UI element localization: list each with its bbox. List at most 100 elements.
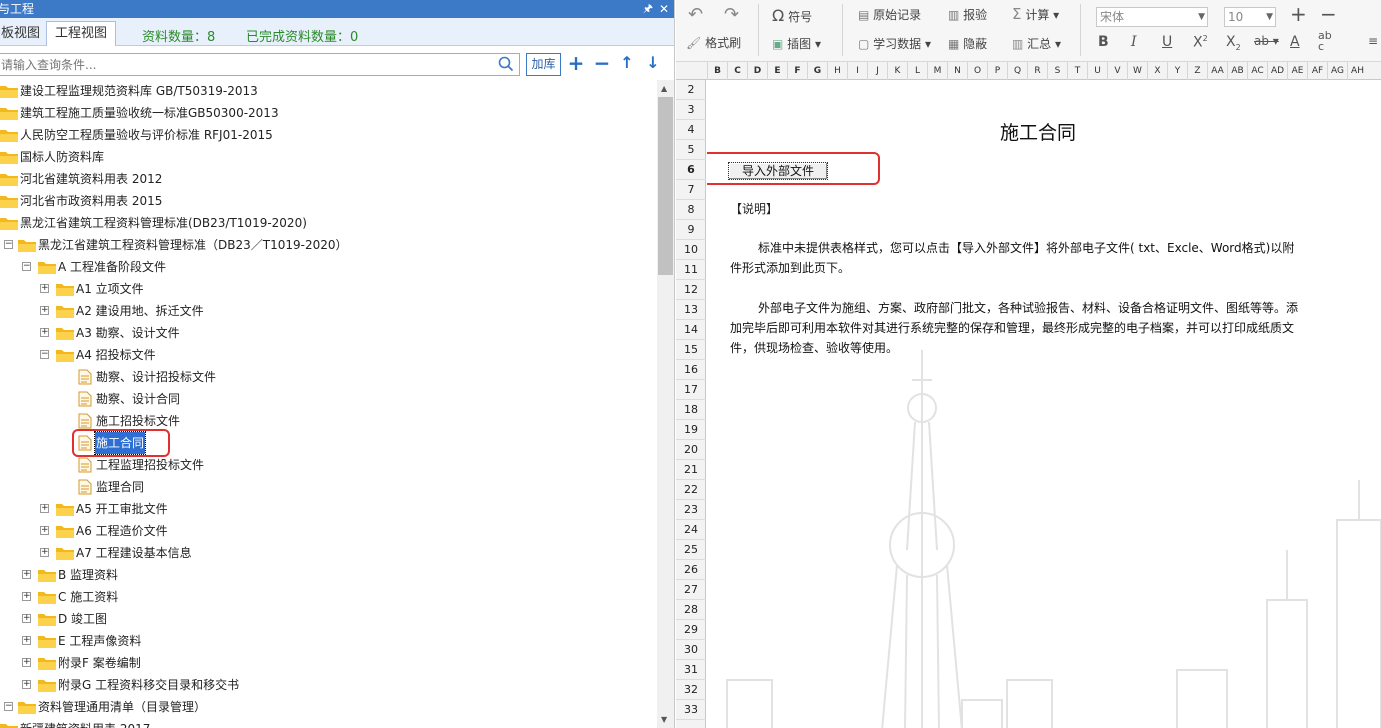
italic-icon[interactable]: I — [1131, 34, 1137, 50]
column-header-cell[interactable]: S — [1047, 62, 1067, 80]
row-header-cell[interactable]: 30 — [676, 640, 706, 660]
expand-icon[interactable]: + — [22, 680, 31, 689]
tree-item[interactable]: A1 立项文件 — [75, 278, 145, 300]
expand-icon[interactable]: + — [40, 306, 49, 315]
collapse-icon[interactable]: − — [40, 350, 49, 359]
column-header-cell[interactable]: L — [907, 62, 927, 80]
move-down-icon[interactable]: ↓ — [643, 54, 663, 74]
column-header-cell[interactable]: T — [1067, 62, 1087, 80]
column-header-cell[interactable]: AB — [1227, 62, 1247, 80]
row-header-cell[interactable]: 29 — [676, 620, 706, 640]
expand-icon[interactable]: + — [22, 592, 31, 601]
expand-icon[interactable]: + — [40, 504, 49, 513]
collapse-icon[interactable]: − — [4, 702, 13, 711]
row-header-cell[interactable]: 26 — [676, 560, 706, 580]
superscript-icon[interactable]: X2 — [1193, 34, 1208, 51]
insert-image-button[interactable]: ▣ 插图 ▾ — [772, 35, 821, 52]
collapse-icon[interactable]: − — [22, 262, 31, 271]
symbol-button[interactable]: Ω 符号 — [772, 6, 812, 25]
tree-item[interactable]: 附录F 案卷编制 — [57, 652, 142, 674]
column-header-cell[interactable]: N — [947, 62, 967, 80]
calc-button[interactable]: Σ 计算 ▾ — [1012, 5, 1059, 23]
row-header-cell[interactable]: 9 — [676, 220, 706, 240]
column-header-cell[interactable]: AH — [1347, 62, 1367, 80]
font-color-icon[interactable]: A — [1290, 34, 1300, 50]
row-header-cell[interactable]: 15 — [676, 340, 706, 360]
row-header-cell[interactable]: 21 — [676, 460, 706, 480]
row-header-cell[interactable]: 2 — [676, 80, 706, 100]
row-header-cell[interactable]: 20 — [676, 440, 706, 460]
row-header-cell[interactable]: 7 — [676, 180, 706, 200]
format-brush-button[interactable]: 🖌 格式刷 — [686, 34, 741, 51]
row-header-cell[interactable]: 17 — [676, 380, 706, 400]
undo-icon[interactable]: ↶ — [688, 4, 703, 25]
report-button[interactable]: ▥ 报验 — [948, 6, 987, 23]
expand-icon[interactable]: + — [22, 570, 31, 579]
tree-item[interactable]: C 施工资料 — [57, 586, 119, 608]
tree-item[interactable]: 附录G 工程资料移交目录和移交书 — [57, 674, 240, 696]
expand-icon[interactable]: + — [40, 328, 49, 337]
row-header-cell[interactable]: 13 — [676, 300, 706, 320]
font-size-select[interactable]: 10 ▼ — [1224, 7, 1276, 27]
increase-font-icon[interactable]: + — [1290, 2, 1307, 26]
underline-icon[interactable]: U — [1162, 34, 1172, 50]
tree-scrollbar[interactable]: ▲ ▼ — [657, 80, 674, 728]
remove-icon[interactable]: − — [592, 53, 612, 74]
column-header-cell[interactable]: M — [927, 62, 947, 80]
row-header-cell[interactable]: 25 — [676, 540, 706, 560]
row-header-cell[interactable]: 6 — [676, 160, 706, 180]
strikethrough-icon[interactable]: ab ▾ — [1254, 34, 1279, 48]
original-record-button[interactable]: ▤ 原始记录 — [858, 6, 921, 23]
row-header-cell[interactable]: 3 — [676, 100, 706, 120]
row-header-cell[interactable]: 31 — [676, 660, 706, 680]
row-header-cell[interactable]: 18 — [676, 400, 706, 420]
row-header-cell[interactable]: 14 — [676, 320, 706, 340]
row-header-cell[interactable]: 16 — [676, 360, 706, 380]
column-header-cell[interactable]: F — [787, 62, 807, 80]
subscript-icon[interactable]: X2 — [1226, 34, 1241, 52]
add-icon[interactable]: + — [566, 53, 586, 74]
expand-icon[interactable]: + — [22, 636, 31, 645]
tree-item[interactable]: A3 勘察、设计文件 — [75, 322, 181, 344]
decrease-font-icon[interactable]: − — [1320, 2, 1337, 26]
summary-button[interactable]: ▥ 汇总 ▾ — [1012, 35, 1061, 52]
tree-item[interactable]: 黑龙江省建筑工程资料管理标准（DB23／T1019-2020） — [37, 234, 348, 256]
move-up-icon[interactable]: ↑ — [617, 54, 637, 74]
row-header-cell[interactable]: 22 — [676, 480, 706, 500]
align-icon[interactable]: ≡ — [1368, 34, 1378, 48]
row-header-cell[interactable]: 4 — [676, 120, 706, 140]
tree-item[interactable]: A6 工程造价文件 — [75, 520, 169, 542]
learn-data-button[interactable]: ▢ 学习数据 ▾ — [858, 35, 931, 52]
column-header-cell[interactable]: K — [887, 62, 907, 80]
expand-icon[interactable]: + — [22, 614, 31, 623]
column-header-cell[interactable]: U — [1087, 62, 1107, 80]
tree-item[interactable]: A 工程准备阶段文件 — [57, 256, 167, 278]
font-select[interactable]: 宋体 ▼ — [1096, 7, 1208, 27]
expand-icon[interactable]: + — [40, 284, 49, 293]
row-header-cell[interactable]: 5 — [676, 140, 706, 160]
tab-project-view[interactable]: 工程视图 — [46, 21, 117, 46]
tree-item[interactable]: D 竣工图 — [57, 608, 108, 630]
bold-icon[interactable]: B — [1098, 34, 1109, 50]
column-header-cell[interactable]: AA — [1207, 62, 1227, 80]
tree-item[interactable]: A2 建设用地、拆迁文件 — [75, 300, 205, 322]
tree-item[interactable]: A7 工程建设基本信息 — [75, 542, 193, 564]
column-header-cell[interactable]: J — [867, 62, 887, 80]
add-library-button[interactable]: 加库 — [526, 53, 561, 76]
column-header-cell[interactable]: W — [1127, 62, 1147, 80]
column-header-cell[interactable]: Z — [1187, 62, 1207, 80]
column-header-cell[interactable]: X — [1147, 62, 1167, 80]
row-header-cell[interactable]: 19 — [676, 420, 706, 440]
column-header-cell[interactable]: V — [1107, 62, 1127, 80]
column-header-cell[interactable]: B — [707, 62, 727, 80]
corner-cell[interactable] — [676, 62, 707, 80]
search-icon[interactable] — [498, 56, 514, 72]
hide-button[interactable]: ▦ 隐蔽 — [948, 35, 987, 52]
search-input[interactable] — [0, 54, 489, 75]
column-header-cell[interactable]: C — [727, 62, 747, 80]
tree-item[interactable]: A5 开工审批文件 — [75, 498, 169, 520]
tree-item[interactable]: 建筑工程施工质量验收统一标准GB50300-2013 — [19, 102, 280, 124]
row-header-cell[interactable]: 33 — [676, 700, 706, 720]
scroll-down-icon[interactable]: ▼ — [661, 715, 667, 724]
column-header-cell[interactable]: Q — [1007, 62, 1027, 80]
